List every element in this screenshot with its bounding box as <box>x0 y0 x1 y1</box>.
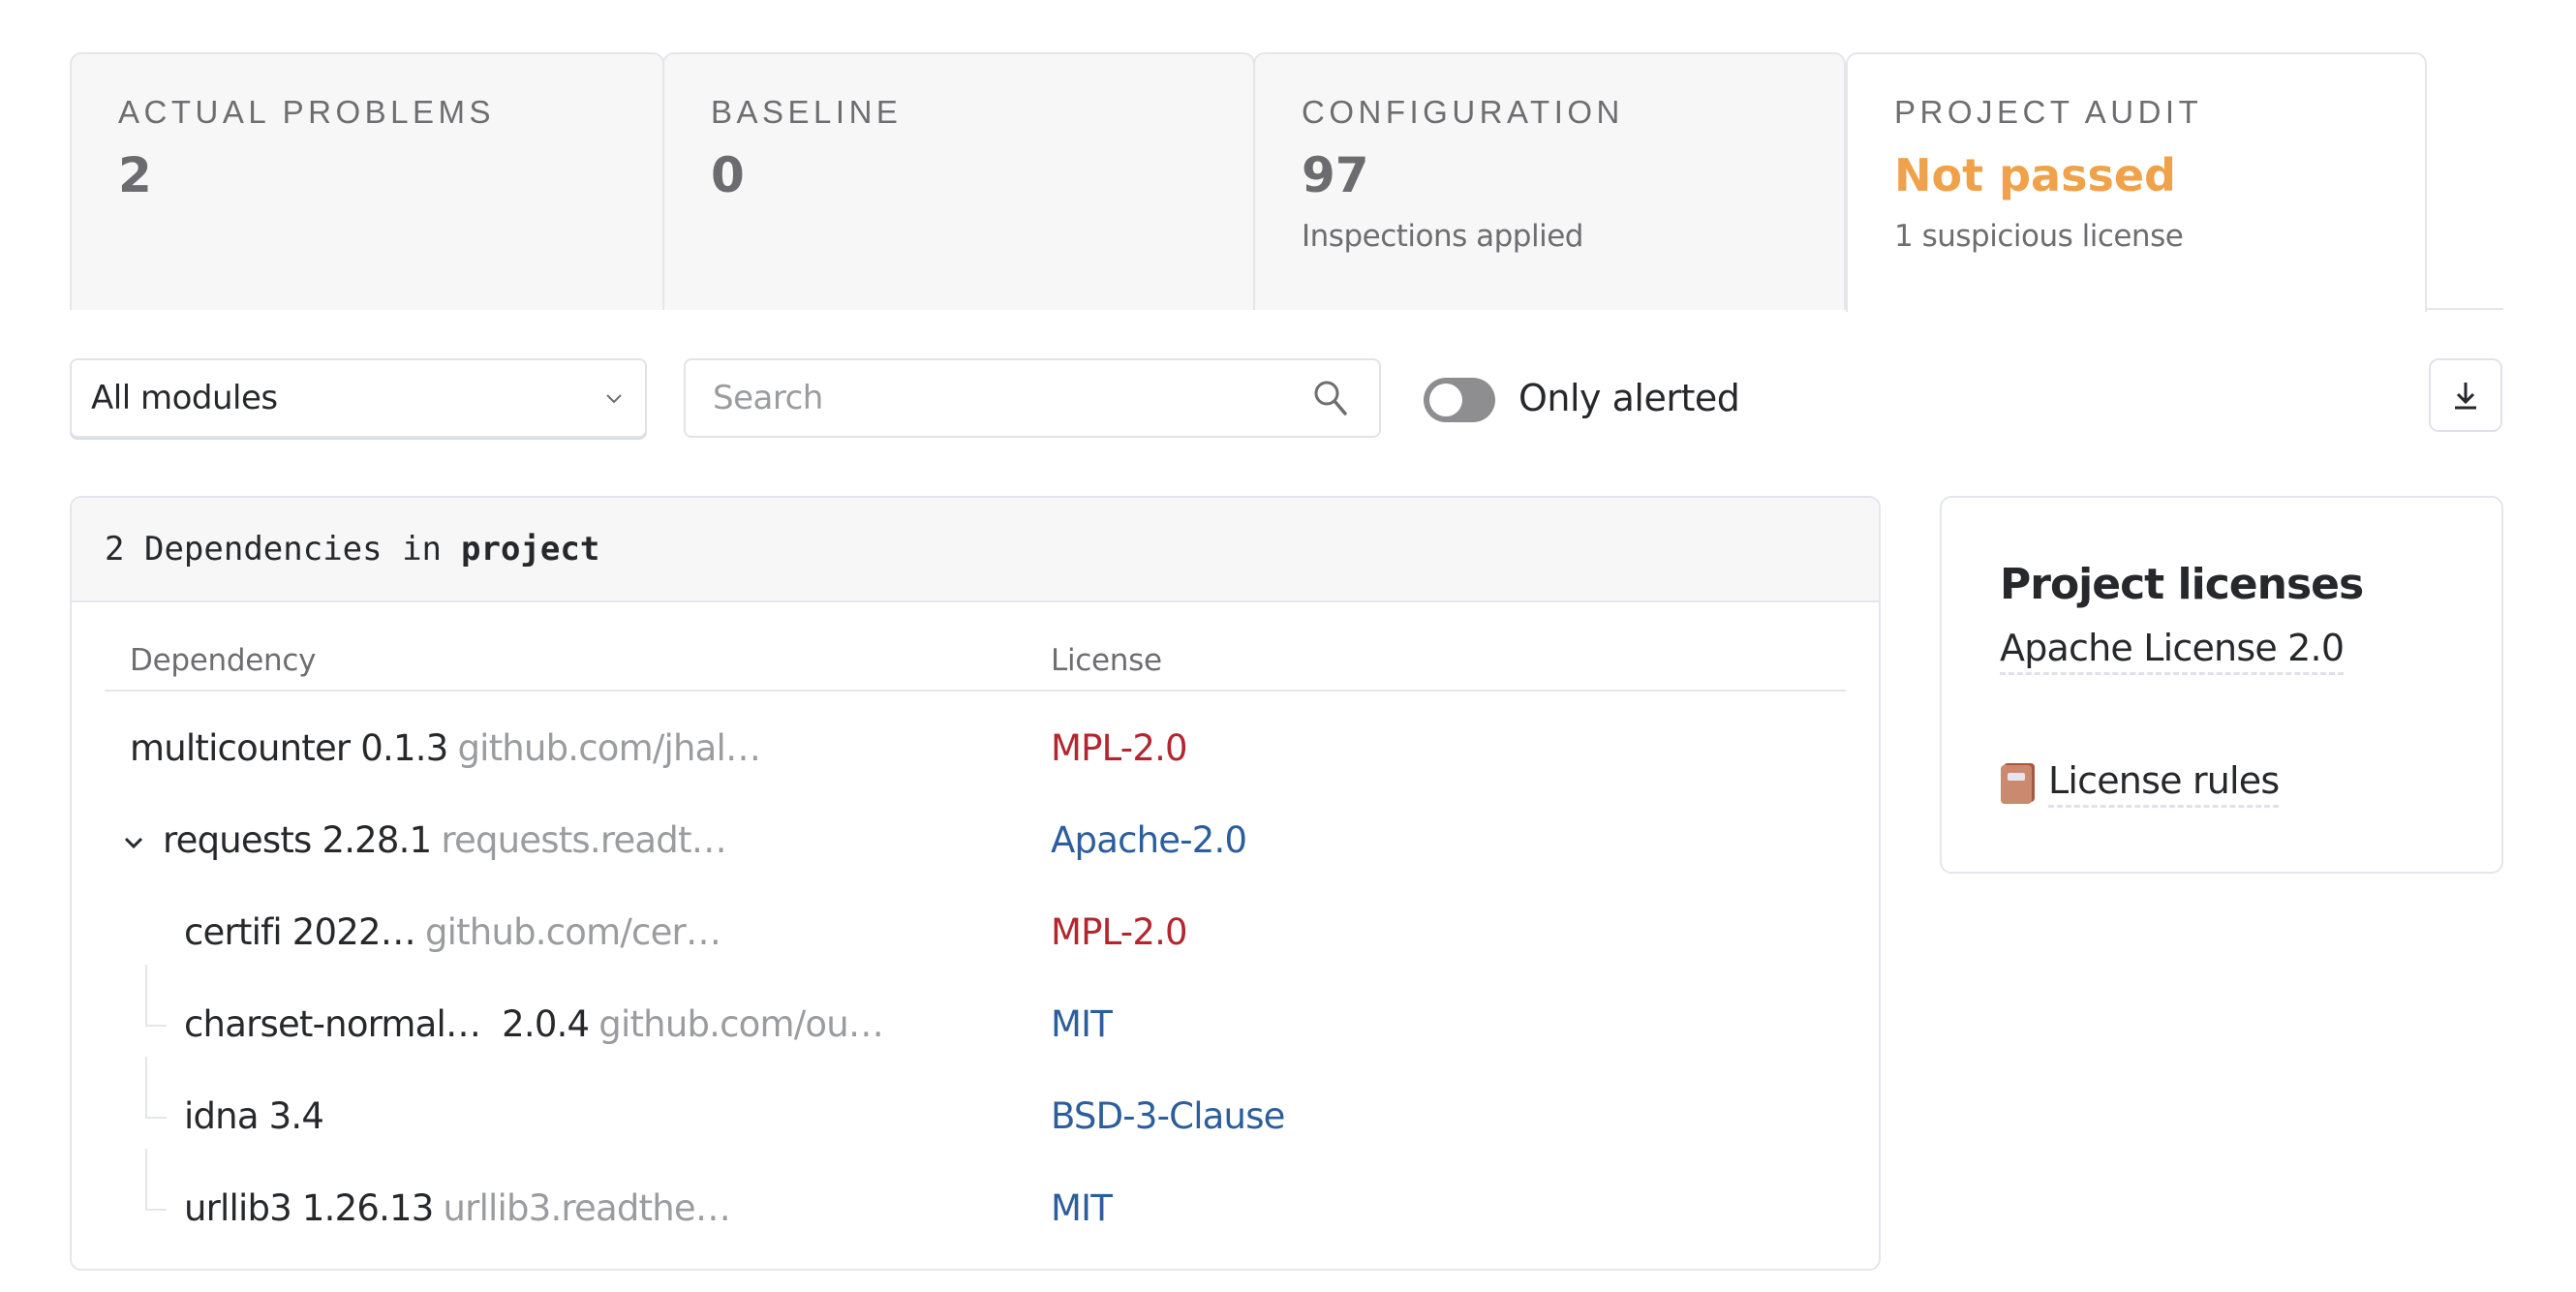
dependency-name: charset-normal… 2.0.4 <box>184 1003 590 1045</box>
dependency-name: idna 3.4 <box>184 1095 324 1137</box>
tab-title: ACTUAL PROBLEMS <box>118 94 496 130</box>
module-select-value: All modules <box>91 379 278 417</box>
dependency-name-cell: charset-normal… 2.0.4 github.com/ou… <box>184 1003 884 1045</box>
tab-baseline[interactable]: BASELINE 0 <box>662 52 1255 310</box>
search-field[interactable] <box>684 358 1381 438</box>
tree-connector <box>145 965 167 1027</box>
column-header-dependency[interactable]: Dependency <box>130 643 316 678</box>
table-row[interactable]: certifi 2022… github.com/cer… MPL-2.0 <box>105 890 1846 982</box>
column-header-license[interactable]: License <box>1051 643 1162 678</box>
license-link[interactable]: MPL-2.0 <box>1051 727 1188 769</box>
tree-connector <box>145 1057 167 1119</box>
license-link[interactable]: BSD-3-Clause <box>1051 1095 1285 1137</box>
dependency-url[interactable]: github.com/ou… <box>598 1003 884 1045</box>
download-icon <box>2455 383 2476 410</box>
toggle-knob <box>1429 384 1462 416</box>
tab-actual-problems[interactable]: ACTUAL PROBLEMS 2 <box>70 52 664 310</box>
dependency-name-cell: multicounter 0.1.3 github.com/jhal… <box>130 727 761 769</box>
tab-title: CONFIGURATION <box>1302 94 1624 130</box>
tab-subtitle: Inspections applied <box>1302 219 1583 254</box>
tab-value: 0 <box>711 147 745 203</box>
dependencies-target: project <box>461 530 600 569</box>
summary-tabs: ACTUAL PROBLEMS 2 BASELINE 0 CONFIGURATI… <box>70 52 2503 312</box>
dependencies-header-text: Dependencies in <box>143 530 443 569</box>
book-icon <box>2001 762 2035 804</box>
download-button[interactable] <box>2429 358 2502 432</box>
dependency-name-cell: requests 2.28.1 requests.readt… <box>163 819 727 861</box>
table-row[interactable]: requests 2.28.1 requests.readt… Apache-2.… <box>105 798 1846 890</box>
project-license-link[interactable]: Apache License 2.0 <box>2000 624 2345 675</box>
tab-title: BASELINE <box>711 94 903 130</box>
expand-toggle[interactable] <box>114 819 153 866</box>
chevron-down-icon <box>124 837 143 849</box>
search-input[interactable] <box>713 379 1309 417</box>
dependency-name: requests 2.28.1 <box>163 819 432 861</box>
dependency-name: certifi 2022… <box>184 911 416 953</box>
only-alerted-label[interactable]: Only alerted <box>1518 374 1740 422</box>
search-icon[interactable] <box>1309 377 1352 419</box>
license-link[interactable]: Apache-2.0 <box>1051 819 1247 861</box>
dependency-url[interactable]: github.com/jhal… <box>457 727 761 769</box>
audit-status: Not passed <box>1894 149 2176 201</box>
dependency-name: urllib3 1.26.13 <box>184 1187 434 1229</box>
dependencies-header: 2 Dependencies in project <box>72 498 1879 602</box>
tab-title: PROJECT AUDIT <box>1894 94 2203 130</box>
tree-connector <box>145 1149 167 1211</box>
license-link[interactable]: MIT <box>1051 1003 1113 1045</box>
table-row[interactable]: multicounter 0.1.3 github.com/jhal… MPL-2… <box>105 706 1846 798</box>
dependency-url[interactable]: requests.readt… <box>441 819 726 861</box>
license-rules-link[interactable]: License rules <box>2048 756 2280 808</box>
table-row[interactable]: idna 3.4 BSD-3-Clause <box>105 1057 1846 1166</box>
tab-value: 2 <box>118 147 152 203</box>
license-rules[interactable]: License rules <box>2000 756 2443 808</box>
tab-project-audit[interactable]: PROJECT AUDIT Not passed 1 suspicious li… <box>1846 52 2427 312</box>
table-header: Dependency License <box>105 643 1846 692</box>
project-licenses-title: Project licenses <box>2000 560 2364 609</box>
chevron-down-icon <box>606 394 622 404</box>
table-row[interactable]: urllib3 1.26.13 urllib3.readthe… MIT <box>105 1149 1846 1258</box>
only-alerted-toggle[interactable] <box>1424 378 1495 422</box>
dependency-count: 2 <box>105 530 125 569</box>
dependency-url[interactable]: urllib3.readthe… <box>444 1187 731 1229</box>
dependency-url[interactable]: github.com/cer… <box>425 911 721 953</box>
module-select[interactable]: All modules <box>70 358 647 438</box>
project-licenses-panel: Project licenses Apache License 2.0 Lice… <box>1940 496 2503 874</box>
license-link[interactable]: MPL-2.0 <box>1051 911 1188 953</box>
table-row[interactable]: charset-normal… 2.0.4 github.com/ou… MIT <box>105 965 1846 1074</box>
dependency-name-cell: idna 3.4 <box>184 1095 324 1137</box>
tab-subtitle: 1 suspicious license <box>1894 219 2184 254</box>
tab-configuration[interactable]: CONFIGURATION 97 Inspections applied <box>1253 52 1846 310</box>
dependency-name-cell: urllib3 1.26.13 urllib3.readthe… <box>184 1187 731 1229</box>
dependencies-panel: 2 Dependencies in project Dependency Lice… <box>70 496 1881 1271</box>
license-link[interactable]: MIT <box>1051 1187 1113 1229</box>
dependency-name: multicounter 0.1.3 <box>130 727 448 769</box>
tab-value: 97 <box>1302 147 1369 203</box>
dependency-name-cell: certifi 2022… github.com/cer… <box>184 911 721 953</box>
